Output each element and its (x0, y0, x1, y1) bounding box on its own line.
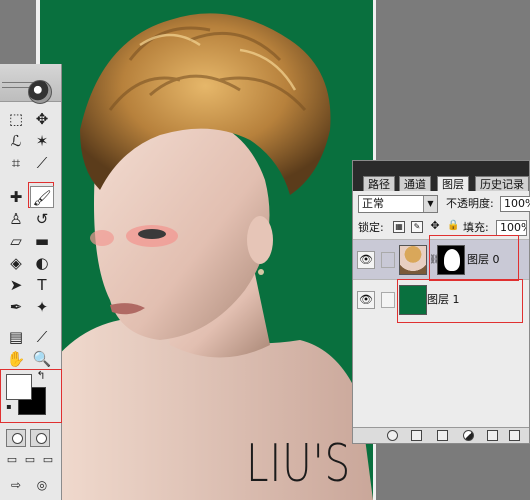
fill-input[interactable]: 100% (496, 220, 527, 236)
crop-tool-icon[interactable]: ⌗ (4, 152, 28, 174)
toolbox-header[interactable] (0, 64, 61, 104)
adjustment-layer-icon[interactable] (463, 430, 474, 441)
color-swatch-highlight (0, 369, 62, 423)
gradient-tool-icon[interactable]: ▬ (30, 230, 54, 252)
move-tool-icon[interactable]: ✥ (30, 108, 54, 130)
blur-tool-icon[interactable]: ◈ (4, 252, 28, 274)
screen-mode-standard-icon[interactable]: ▭ (4, 452, 20, 468)
new-layer-icon[interactable] (487, 430, 498, 441)
custom-shape-tool-icon[interactable]: ✦ (30, 296, 54, 318)
pen-tool-icon[interactable]: ✒ (4, 296, 28, 318)
blend-mode-value: 正常 (362, 197, 384, 210)
fill-label: 填充: (463, 221, 489, 234)
path-selection-tool-icon[interactable]: ➤ (4, 274, 28, 296)
watermark-text: LIU'S (246, 434, 352, 494)
imageready-icon[interactable]: ◎ (32, 476, 52, 494)
opacity-label: 不透明度: (446, 197, 494, 210)
trash-icon[interactable] (509, 430, 520, 441)
jump-to-imageready-icon[interactable]: ⇨ (6, 476, 26, 494)
tab-channels[interactable]: 通道 (399, 176, 431, 191)
lock-all-icon[interactable]: 🔒 (447, 221, 459, 233)
mask-highlight (429, 235, 519, 281)
eyedropper-tool-icon[interactable]: ⟋ (30, 326, 54, 348)
healing-brush-tool-icon[interactable]: ✚ (4, 186, 28, 208)
layer-style-icon[interactable] (387, 430, 398, 441)
eraser-tool-icon[interactable]: ▱ (4, 230, 28, 252)
tab-paths[interactable]: 路径 (363, 176, 395, 191)
zoom-tool-icon[interactable]: 🔍 (30, 348, 54, 370)
screen-mode-full-icon[interactable]: ▭ (40, 452, 56, 468)
magic-wand-tool-icon[interactable]: ✶ (30, 130, 54, 152)
panel-footer (353, 427, 529, 443)
add-mask-icon[interactable] (411, 430, 422, 441)
type-tool-icon[interactable]: T (30, 274, 54, 296)
slice-tool-icon[interactable]: ⟋ (30, 152, 54, 174)
layer-link-cell[interactable] (381, 252, 395, 268)
chevron-down-icon: ▼ (423, 196, 437, 212)
new-group-icon[interactable] (437, 430, 448, 441)
lock-label: 锁定: (358, 221, 384, 234)
dodge-tool-icon[interactable]: ◐ (30, 252, 54, 274)
layer-thumbnail[interactable] (399, 245, 427, 275)
layers-panel: 路径 通道 图层 历史记录 正常 ▼ 不透明度: 100% 锁定: ▦ ✎ ✥ … (352, 160, 530, 444)
layer-1-highlight (397, 279, 523, 323)
blend-mode-select[interactable]: 正常 ▼ (358, 195, 438, 213)
panel-tab-bar: 路径 通道 图层 历史记录 (353, 161, 529, 191)
toolbox-panel: ↰ ▪ ▭ ▭ ▭ ⇨ ◎ ⬚ ✥ ℒ ✶ ⌗ ⟋ ✚ 🖌 ♙ ↺ ▱ ▬ ◈ ◐ ➤ T ✒ ✦ ▤ ⟋ ✋ 🔍 (0, 64, 62, 500)
lock-transparency-icon[interactable]: ▦ (393, 221, 405, 233)
history-brush-tool-icon[interactable]: ↺ (30, 208, 54, 230)
hand-tool-icon[interactable]: ✋ (4, 348, 28, 370)
lock-image-icon[interactable]: ✎ (411, 221, 423, 233)
portrait-image (40, 13, 373, 500)
standard-mode-button[interactable] (6, 429, 26, 447)
opacity-input[interactable]: 100% (500, 196, 530, 212)
quick-mask-mode-button[interactable] (30, 429, 50, 447)
eye-icon[interactable]: 👁 (357, 251, 375, 269)
canvas-photo[interactable]: LIU'S (40, 0, 373, 500)
photoshop-eye-icon[interactable] (28, 80, 52, 104)
brush-tool-icon[interactable]: 🖌 (30, 186, 54, 208)
screen-mode-full-menu-icon[interactable]: ▭ (22, 452, 38, 468)
tab-layers[interactable]: 图层 (437, 176, 469, 191)
tab-history[interactable]: 历史记录 (475, 176, 529, 191)
notes-tool-icon[interactable]: ▤ (4, 326, 28, 348)
lock-position-icon[interactable]: ✥ (429, 220, 441, 233)
layer-link-cell[interactable] (381, 292, 395, 308)
clone-stamp-tool-icon[interactable]: ♙ (4, 208, 28, 230)
marquee-tool-icon[interactable]: ⬚ (4, 108, 28, 130)
eye-icon[interactable]: 👁 (357, 291, 375, 309)
lasso-tool-icon[interactable]: ℒ (4, 130, 28, 152)
